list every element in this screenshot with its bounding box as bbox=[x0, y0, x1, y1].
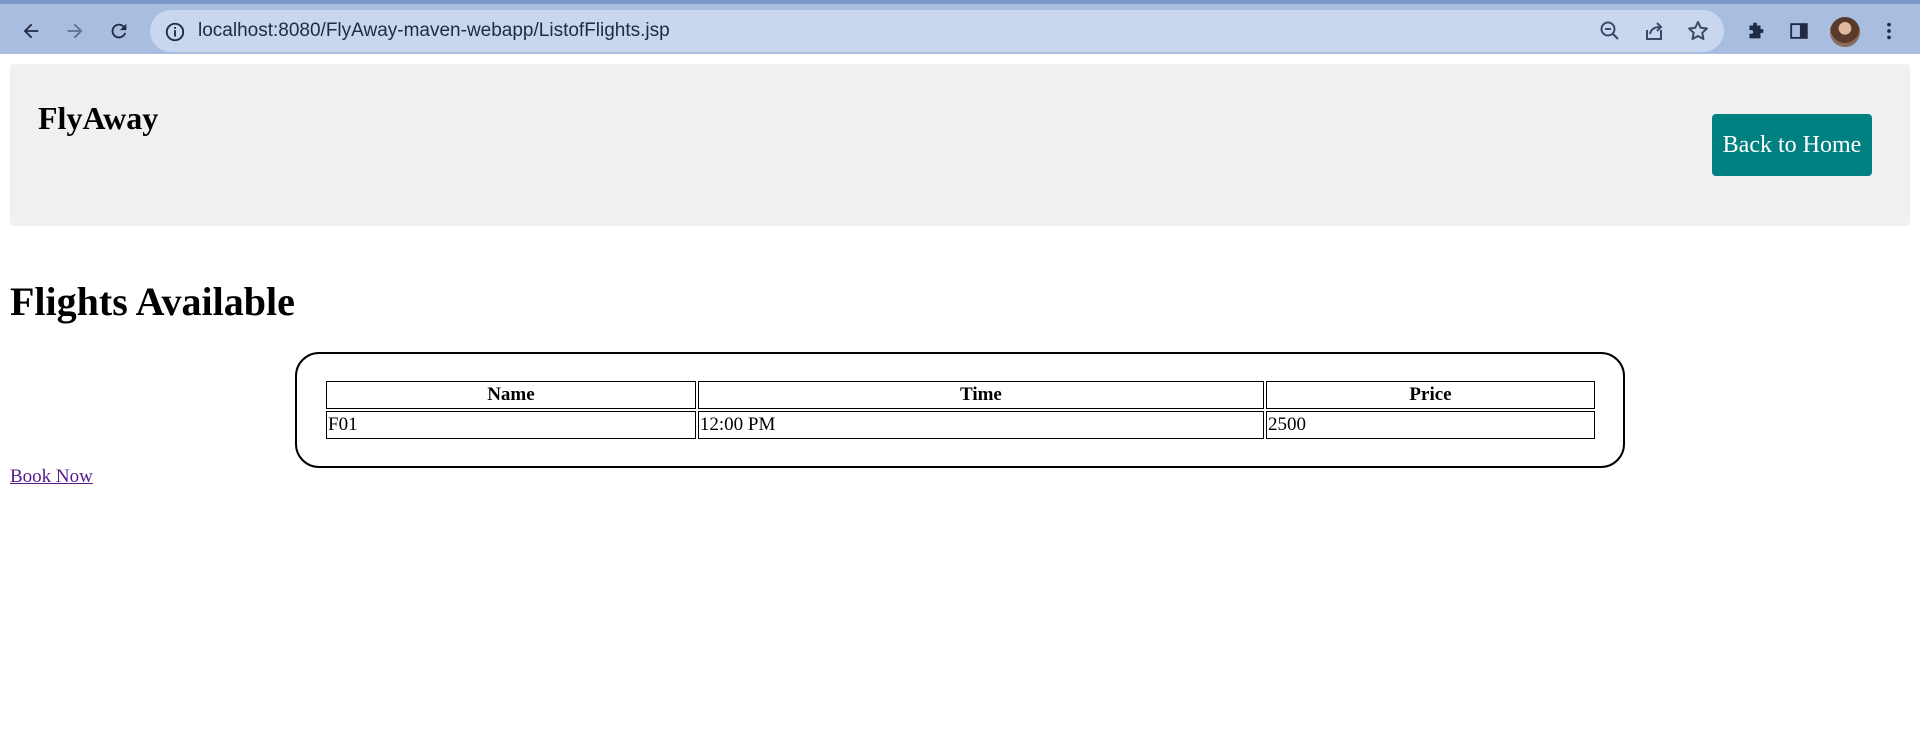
table-row: F01 12:00 PM 2500 bbox=[326, 411, 1595, 439]
extensions-icon[interactable] bbox=[1736, 12, 1774, 50]
flights-table: Name Time Price F01 12:00 PM 2500 bbox=[324, 379, 1597, 441]
menu-icon[interactable] bbox=[1870, 12, 1908, 50]
site-info-icon[interactable] bbox=[164, 21, 186, 43]
share-icon[interactable] bbox=[1642, 19, 1666, 43]
cell-flight-price: 2500 bbox=[1266, 411, 1595, 439]
forward-icon[interactable] bbox=[56, 12, 94, 50]
flights-table-container: Name Time Price F01 12:00 PM 2500 bbox=[295, 352, 1625, 468]
star-icon[interactable] bbox=[1686, 19, 1710, 43]
cell-flight-name: F01 bbox=[326, 411, 696, 439]
column-header-price: Price bbox=[1266, 381, 1595, 409]
book-now-link[interactable]: Book Now bbox=[10, 466, 93, 488]
side-panel-icon[interactable] bbox=[1780, 12, 1818, 50]
site-header: FlyAway Back to Home bbox=[10, 64, 1910, 226]
brand-logo: FlyAway bbox=[38, 100, 159, 136]
address-bar[interactable]: localhost:8080/FlyAway-maven-webapp/List… bbox=[150, 10, 1724, 52]
reload-icon[interactable] bbox=[100, 12, 138, 50]
browser-toolbar: localhost:8080/FlyAway-maven-webapp/List… bbox=[0, 0, 1920, 54]
zoom-out-icon[interactable] bbox=[1598, 19, 1622, 43]
column-header-time: Time bbox=[697, 381, 1264, 409]
table-header-row: Name Time Price bbox=[326, 381, 1595, 409]
cell-flight-time: 12:00 PM bbox=[697, 411, 1264, 439]
avatar[interactable] bbox=[1830, 17, 1860, 47]
page-title: Flights Available bbox=[10, 279, 295, 324]
url-text[interactable]: localhost:8080/FlyAway-maven-webapp/List… bbox=[198, 10, 670, 52]
back-to-home-button[interactable]: Back to Home bbox=[1712, 114, 1872, 176]
back-icon[interactable] bbox=[12, 12, 50, 50]
column-header-name: Name bbox=[326, 381, 696, 409]
